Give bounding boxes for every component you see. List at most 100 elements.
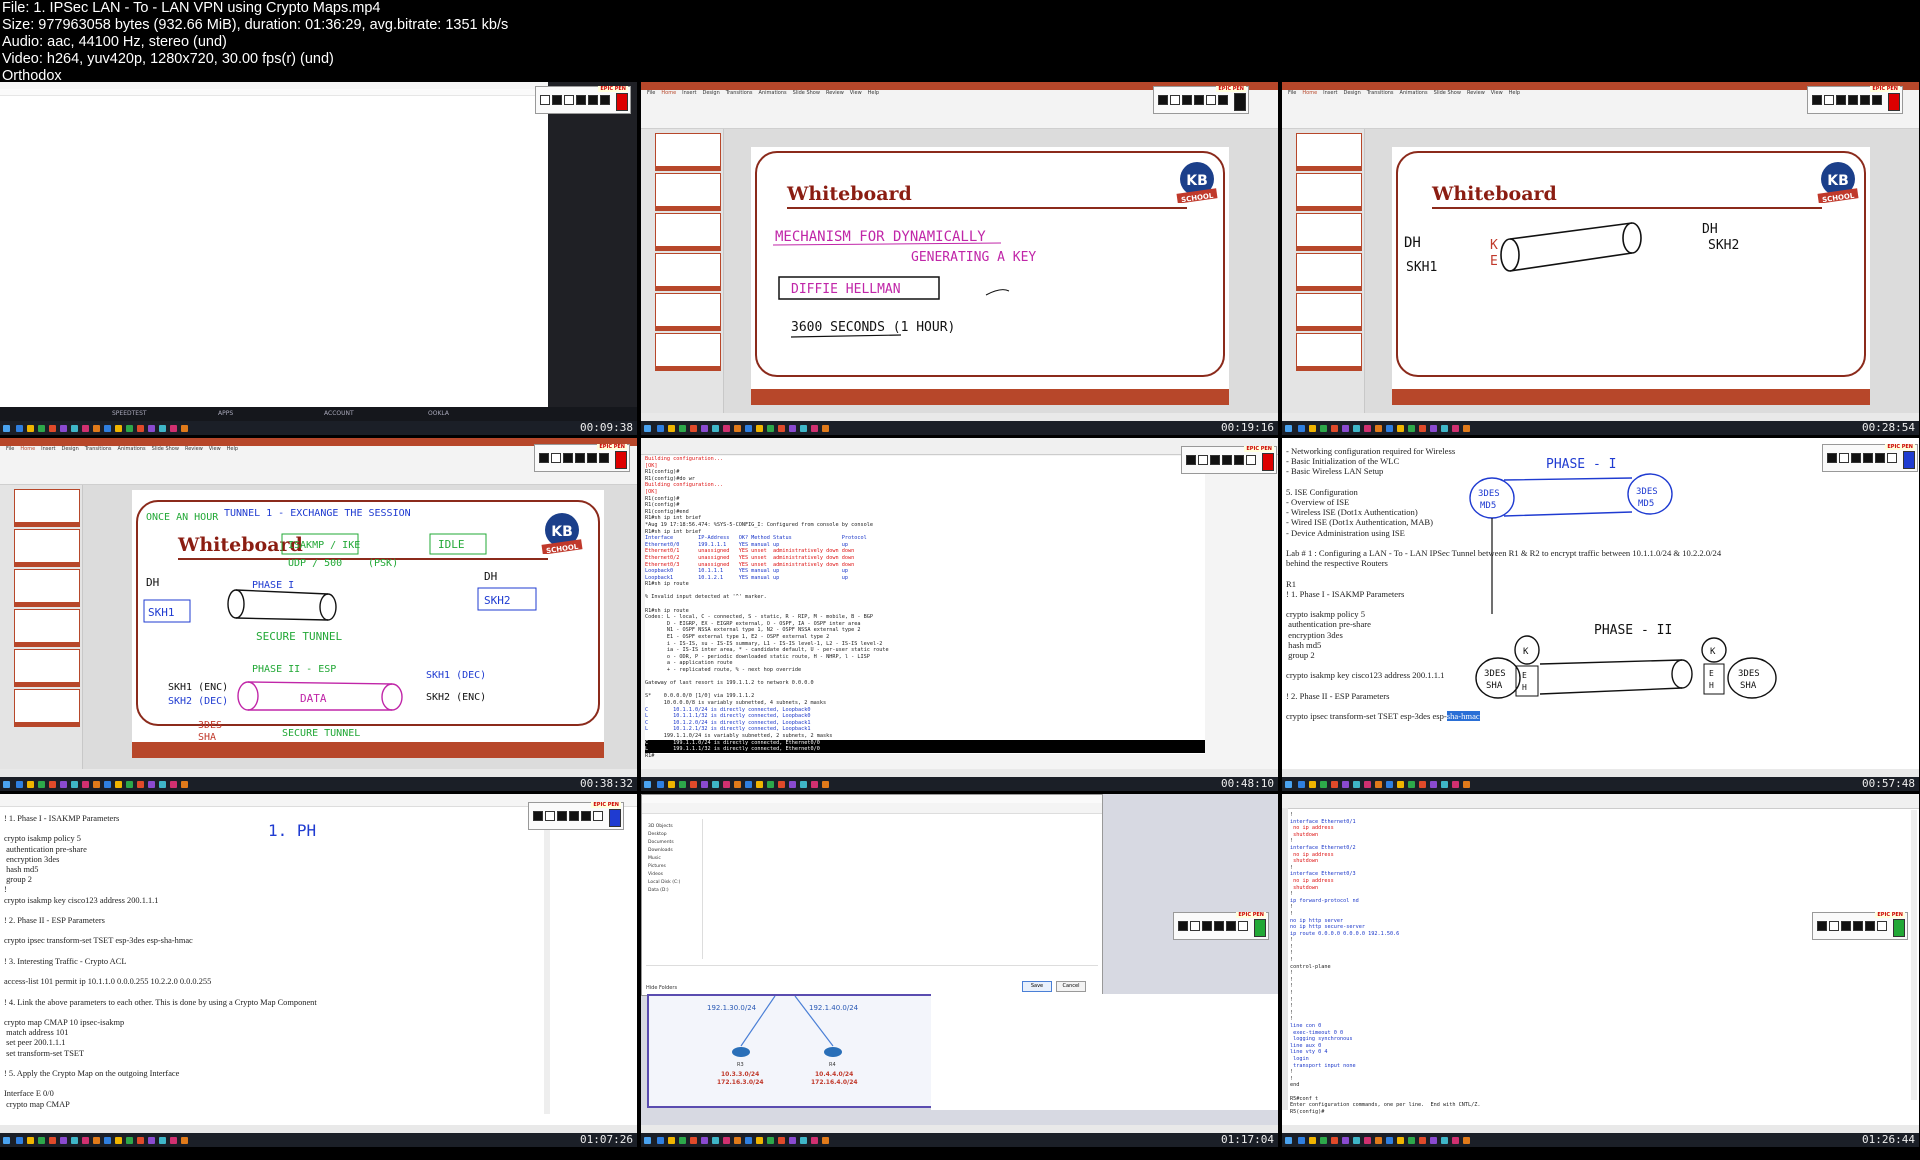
taskbar-app-icon[interactable] [170, 1137, 177, 1144]
taskbar-app-icon[interactable] [181, 1137, 188, 1144]
thumbnail-6[interactable]: - Networking configuration required for … [1282, 438, 1919, 791]
taskbar-app-icon[interactable] [115, 425, 122, 432]
taskbar-app-icon[interactable] [734, 781, 741, 788]
taskbar-app-icon[interactable] [1342, 425, 1349, 432]
taskbar-app-icon[interactable] [82, 1137, 89, 1144]
taskbar-app-icon[interactable] [1408, 1137, 1415, 1144]
terminal-output[interactable]: Building configuration... [OK] R1(config)#… [645, 456, 1205, 759]
taskbar-app-icon[interactable] [1397, 1137, 1404, 1144]
taskbar-app-icon[interactable] [657, 1137, 664, 1144]
taskbar-app-icon[interactable] [1353, 781, 1360, 788]
slide-thumbnails[interactable] [641, 129, 724, 413]
taskbar-app-icon[interactable] [789, 425, 796, 432]
scrollbar[interactable] [544, 814, 550, 1114]
taskbar-app-icon[interactable] [723, 425, 730, 432]
pen-toolbar-icon[interactable]: EPIC PEN [535, 86, 631, 114]
taskbar-app-icon[interactable] [170, 781, 177, 788]
taskbar-app-icon[interactable] [27, 1137, 34, 1144]
taskbar-app-icon[interactable] [93, 1137, 100, 1144]
folder-item[interactable]: Downloads [648, 847, 696, 855]
taskbar-app-icon[interactable] [712, 781, 719, 788]
thumbnail-2[interactable]: File Home Insert Design Transitions Animation… [641, 82, 1278, 435]
taskbar-app-icon[interactable] [137, 781, 144, 788]
taskbar-app-icon[interactable] [1463, 425, 1470, 432]
taskbar-app-icon[interactable] [1452, 1137, 1459, 1144]
taskbar-app-icon[interactable] [137, 425, 144, 432]
taskbar-app-icon[interactable] [1331, 1137, 1338, 1144]
taskbar-app-icon[interactable] [93, 425, 100, 432]
taskbar-app-icon[interactable] [701, 425, 708, 432]
taskbar-app-icon[interactable] [679, 781, 686, 788]
windows-start-icon[interactable] [1285, 425, 1292, 432]
taskbar-app-icon[interactable] [38, 425, 45, 432]
taskbar-app-icon[interactable] [1309, 425, 1316, 432]
taskbar-app-icon[interactable] [71, 1137, 78, 1144]
taskbar-app-icon[interactable] [811, 425, 818, 432]
taskbar-app-icon[interactable] [49, 1137, 56, 1144]
taskbar-app-icon[interactable] [148, 781, 155, 788]
taskbar-app-icon[interactable] [16, 425, 23, 432]
taskbar-app-icon[interactable] [800, 425, 807, 432]
taskbar-app-icon[interactable] [1452, 425, 1459, 432]
taskbar-app-icon[interactable] [712, 1137, 719, 1144]
taskbar-app-icon[interactable] [1342, 781, 1349, 788]
taskbar-app-icon[interactable] [657, 425, 664, 432]
taskbar-app-icon[interactable] [1331, 781, 1338, 788]
taskbar-app-icon[interactable] [1375, 781, 1382, 788]
thumbnail-9[interactable]: ! interface Ethernet0/1 no ip address shu… [1282, 794, 1919, 1147]
thumbnail-5[interactable]: Building configuration... [OK] R1(config)#… [641, 438, 1278, 791]
taskbar-app-icon[interactable] [60, 781, 67, 788]
taskbar-app-icon[interactable] [712, 425, 719, 432]
taskbar-app-icon[interactable] [800, 1137, 807, 1144]
taskbar-app-icon[interactable] [679, 1137, 686, 1144]
taskbar-app-icon[interactable] [1430, 781, 1437, 788]
taskbar-app-icon[interactable] [71, 425, 78, 432]
taskbar-app-icon[interactable] [181, 425, 188, 432]
thumbnail-1[interactable]: SPEEDTEST APPS ACCOUNT OOKLA EPIC PEN 00… [0, 82, 637, 435]
taskbar-app-icon[interactable] [657, 781, 664, 788]
taskbar-app-icon[interactable] [778, 425, 785, 432]
taskbar-app-icon[interactable] [701, 781, 708, 788]
folder-item[interactable]: Documents [648, 839, 696, 847]
taskbar-app-icon[interactable] [1309, 781, 1316, 788]
taskbar-app-icon[interactable] [1320, 425, 1327, 432]
taskbar-app-icon[interactable] [137, 1137, 144, 1144]
windows-start-icon[interactable] [1285, 1137, 1292, 1144]
hide-folders-button[interactable]: Hide Folders [646, 985, 677, 991]
taskbar-app-icon[interactable] [1375, 1137, 1382, 1144]
taskbar-app-icon[interactable] [181, 781, 188, 788]
taskbar-app-icon[interactable] [104, 1137, 111, 1144]
taskbar-app-icon[interactable] [1452, 781, 1459, 788]
taskbar-app-icon[interactable] [778, 1137, 785, 1144]
taskbar-app-icon[interactable] [1364, 781, 1371, 788]
folder-item[interactable]: Data (D:) [648, 887, 696, 895]
taskbar-app-icon[interactable] [60, 425, 67, 432]
taskbar-app-icon[interactable] [115, 781, 122, 788]
taskbar-app-icon[interactable] [1408, 781, 1415, 788]
taskbar-app-icon[interactable] [1419, 425, 1426, 432]
taskbar-app-icon[interactable] [148, 425, 155, 432]
taskbar-app-icon[interactable] [71, 781, 78, 788]
taskbar-app-icon[interactable] [49, 425, 56, 432]
thumbnail-7[interactable]: ! 1. Phase I - ISAKMP Parameters crypto … [0, 794, 637, 1147]
taskbar-app-icon[interactable] [767, 425, 774, 432]
folder-tree[interactable]: 3D Objects Desktop Documents Downloads Music… [648, 823, 696, 895]
taskbar-app-icon[interactable] [148, 1137, 155, 1144]
folder-item[interactable]: 3D Objects [648, 823, 696, 831]
taskbar-app-icon[interactable] [1309, 1137, 1316, 1144]
taskbar-app-icon[interactable] [16, 781, 23, 788]
slide-thumbnails[interactable] [0, 485, 83, 769]
taskbar-app-icon[interactable] [756, 781, 763, 788]
taskbar-app-icon[interactable] [668, 1137, 675, 1144]
taskbar-app-icon[interactable] [690, 781, 697, 788]
taskbar-app-icon[interactable] [690, 425, 697, 432]
windows-start-icon[interactable] [644, 781, 651, 788]
taskbar-app-icon[interactable] [767, 1137, 774, 1144]
pen-toolbar-icon[interactable]: EPIC PEN [1822, 444, 1918, 472]
taskbar-app-icon[interactable] [60, 1137, 67, 1144]
terminal-output[interactable]: ! interface Ethernet0/1 no ip address shu… [1290, 812, 1790, 1115]
taskbar-app-icon[interactable] [1298, 1137, 1305, 1144]
taskbar-app-icon[interactable] [126, 781, 133, 788]
taskbar-app-icon[interactable] [1331, 425, 1338, 432]
taskbar-app-icon[interactable] [1408, 425, 1415, 432]
